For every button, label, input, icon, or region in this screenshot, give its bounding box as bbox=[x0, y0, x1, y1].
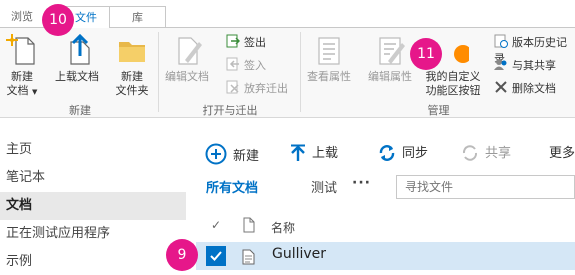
edit-document-label: 编辑文档 bbox=[165, 70, 209, 83]
discard-checkout-label: 放弃迁出 bbox=[244, 82, 288, 95]
sync-command-label: 同步 bbox=[402, 146, 429, 161]
new-command-label: 新建 bbox=[233, 149, 260, 164]
plus-circle-icon bbox=[205, 143, 227, 173]
view-test[interactable]: 测试 bbox=[311, 177, 337, 196]
edit-document-button[interactable]: 编辑文档 bbox=[163, 34, 211, 84]
new-document-button[interactable]: 新建 文档 ▼ bbox=[4, 34, 40, 99]
share-people-icon bbox=[494, 57, 508, 71]
checkin-label: 签入 bbox=[244, 59, 266, 72]
search-input[interactable] bbox=[397, 176, 574, 198]
more-command-label: 更多 bbox=[549, 146, 575, 161]
badge-11: 11 bbox=[410, 38, 442, 70]
table-header-row: ✓ 名称 bbox=[196, 212, 575, 240]
sync-icon bbox=[378, 144, 396, 170]
delete-document-button[interactable]: 删除文档 bbox=[494, 80, 556, 96]
checkin-icon bbox=[226, 57, 240, 71]
view-all-documents[interactable]: 所有文档 bbox=[206, 177, 258, 196]
check-icon bbox=[210, 251, 222, 261]
checkout-button[interactable]: 签出 bbox=[226, 34, 266, 50]
group-label-manage: 管理 bbox=[427, 104, 450, 117]
table-row[interactable]: Gulliver bbox=[196, 242, 575, 270]
row-name[interactable]: Gulliver bbox=[272, 246, 326, 262]
nav-item-documents[interactable]: 文档 bbox=[0, 192, 186, 220]
more-command[interactable]: 更多 bbox=[549, 143, 575, 165]
badge-10: 10 bbox=[42, 4, 74, 36]
folder-icon bbox=[116, 34, 148, 66]
new-command[interactable]: 新建 bbox=[205, 143, 259, 165]
version-history-icon bbox=[494, 34, 508, 48]
group-separator bbox=[300, 32, 301, 112]
custom-button-label-2: 功能区按钮 bbox=[425, 84, 481, 97]
nav-item-home[interactable]: 主页 bbox=[0, 136, 186, 164]
select-all-check-icon[interactable]: ✓ bbox=[211, 218, 221, 232]
column-header-name[interactable]: 名称 bbox=[271, 219, 295, 236]
new-document-icon bbox=[6, 34, 38, 66]
ribbon-tab-bar: 浏览 文件 库 bbox=[0, 0, 575, 29]
new-folder-label-2: 文件夹 bbox=[115, 84, 149, 97]
orange-dot-icon bbox=[437, 34, 472, 66]
view-properties-label: 查看属性 bbox=[307, 70, 351, 83]
upload-command-label: 上载 bbox=[312, 146, 339, 161]
new-folder-button[interactable]: 新建 文件夹 bbox=[110, 34, 154, 98]
row-checkbox[interactable] bbox=[206, 246, 226, 266]
tab-library[interactable]: 库 bbox=[110, 6, 166, 28]
tab-browse[interactable]: 浏览 bbox=[0, 6, 44, 28]
upload-document-label: 上载文档 bbox=[55, 70, 99, 83]
upload-document-icon bbox=[61, 33, 93, 66]
share-with-button[interactable]: 与其共享 bbox=[494, 57, 556, 73]
search-box[interactable] bbox=[396, 175, 575, 199]
nav-item-testing-apps[interactable]: 正在测试应用程序 bbox=[0, 220, 186, 248]
nav-item-samples[interactable]: 示例 bbox=[0, 248, 186, 275]
share-command-label: 共享 bbox=[485, 146, 512, 161]
checkin-button[interactable]: 签入 bbox=[226, 57, 266, 73]
edit-properties-button[interactable]: 编辑属性 bbox=[366, 34, 414, 84]
edit-properties-label: 编辑属性 bbox=[368, 70, 412, 83]
file-type-icon bbox=[243, 217, 255, 236]
discard-checkout-icon bbox=[226, 80, 240, 94]
nav-item-notebook[interactable]: 笔记本 bbox=[0, 164, 186, 192]
share-with-label: 与其共享 bbox=[512, 59, 556, 72]
upload-document-button[interactable]: 上载文档 bbox=[52, 33, 102, 84]
group-separator bbox=[158, 32, 159, 112]
group-label-open-checkout: 打开与迁出 bbox=[202, 104, 258, 117]
badge-9: 9 bbox=[166, 239, 198, 271]
delete-x-icon bbox=[494, 80, 508, 94]
checkout-label: 签出 bbox=[244, 36, 266, 49]
view-properties-icon bbox=[313, 34, 345, 66]
upload-command[interactable]: 上载 bbox=[290, 143, 338, 165]
view-properties-button[interactable]: 查看属性 bbox=[305, 34, 353, 84]
share-command[interactable]: 共享 bbox=[461, 143, 511, 165]
share-icon bbox=[461, 144, 479, 170]
version-history-button[interactable]: 版本历史记录 bbox=[494, 34, 575, 65]
edit-properties-icon bbox=[374, 34, 406, 66]
discard-checkout-button[interactable]: 放弃迁出 bbox=[226, 80, 288, 96]
checkout-icon bbox=[226, 34, 241, 48]
delete-document-label: 删除文档 bbox=[512, 82, 556, 95]
view-more-ellipsis[interactable]: ··· bbox=[352, 175, 371, 191]
ribbon: 新建 文档 ▼ 上载文档 新建 文件夹 新建 编辑文档 签出 签入 放弃迁出 打… bbox=[0, 28, 575, 118]
sync-command[interactable]: 同步 bbox=[378, 143, 428, 165]
new-folder-label-1: 新建 bbox=[121, 70, 143, 83]
upload-arrow-icon bbox=[290, 144, 306, 170]
left-navigation: 主页 笔记本 文档 正在测试应用程序 示例 bbox=[0, 136, 186, 275]
edit-document-icon bbox=[171, 34, 203, 66]
document-icon bbox=[242, 249, 255, 268]
new-document-label-2: 文档 ▼ bbox=[6, 84, 38, 97]
chevron-down-icon: ▼ bbox=[32, 88, 38, 96]
new-document-label-1: 新建 bbox=[11, 70, 33, 83]
custom-button-label-1: 我的自定义 bbox=[425, 70, 481, 83]
group-label-new: 新建 bbox=[69, 104, 91, 117]
